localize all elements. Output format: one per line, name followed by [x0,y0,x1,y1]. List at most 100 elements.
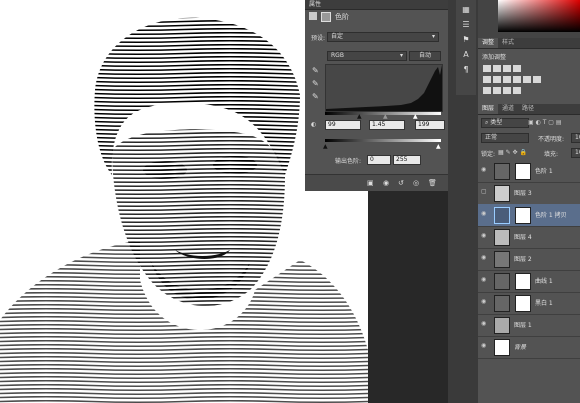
eye-icon[interactable]: ◉ [481,299,488,305]
visibility-icon[interactable]: ◎ [413,179,419,187]
histogram [325,64,443,112]
color-panel[interactable] [478,0,580,38]
layer-row[interactable]: ◉ 图层 1 [478,314,580,337]
clip-to-layer-icon[interactable]: ▣ [367,179,374,187]
filter-value: 类型 [490,119,503,126]
tab-channels[interactable]: 通道 [498,104,518,114]
white-point-slider[interactable]: ▲ [413,113,418,120]
character-panel-icon[interactable]: A [460,50,472,60]
channel-select[interactable]: RGB ▾ [327,51,407,61]
exposure-icon[interactable] [513,65,521,72]
add-adjustment-label: 添加调整 [482,54,507,61]
eye-icon[interactable]: ◉ [481,255,488,261]
preset-select[interactable]: 自定 ▾ [327,32,439,42]
gradientmap-icon[interactable] [513,87,521,94]
eye-icon[interactable]: ◉ [481,343,488,349]
layer-mask-thumb[interactable] [515,163,531,180]
eye-icon[interactable]: ◉ [481,233,488,239]
eye-icon[interactable]: ◉ [481,321,488,327]
tab-adjustments[interactable]: 调整 [478,38,499,48]
layer-mask-thumb[interactable] [515,295,531,312]
white-eyedropper-icon[interactable]: ✎ [312,92,319,101]
color-spectrum[interactable] [498,0,580,32]
properties-title: 属性 [309,1,322,8]
layer-row[interactable]: ◉ 黑白 1 [478,292,580,315]
colorbalance-icon[interactable] [503,76,511,83]
levels-panel-icon[interactable]: ▦ [460,5,472,15]
panel-icons-strip: ▦ ☰ ⚑ A ¶ [456,0,476,95]
black-eyedropper-icon[interactable]: ✎ [312,66,319,75]
brush-panel-icon[interactable]: ⚑ [460,35,472,45]
posterize-icon[interactable] [493,87,501,94]
output-white-field[interactable]: 255 [393,155,421,165]
layer-row[interactable]: ▢ 图层 3 [478,182,580,205]
output-white-slider[interactable]: ▲ [436,143,441,150]
output-black-field[interactable]: 0 [367,155,391,165]
layer-row[interactable]: ◉ 背景 [478,336,580,359]
levels-layer-thumb [494,207,510,224]
layer-row[interactable]: ◉ 图层 4 [478,226,580,249]
layer-row[interactable]: ◉ 曲线 1 [478,270,580,293]
mixer-icon[interactable] [533,76,541,83]
gray-eyedropper-icon[interactable]: ✎ [312,79,319,88]
auto-button[interactable]: 自动 [409,51,441,61]
input-icon: ◐ [311,121,317,128]
curves-icon[interactable] [503,65,511,72]
input-gamma-field[interactable]: 1.45 [369,120,405,130]
trash-icon[interactable]: 🗑 [428,179,437,187]
photofilter-icon[interactable] [523,76,531,83]
layer-mask-thumb[interactable] [515,273,531,290]
eye-icon[interactable]: ◉ [481,277,488,283]
mask-icon[interactable] [321,12,331,22]
lock-icons[interactable]: ▦ ✎ ✥ 🔒 [498,149,527,156]
chevron-down-icon: ▾ [399,52,403,59]
layer-row-selected[interactable]: ◉ 色阶 1 拷贝 [478,204,580,227]
layer-thumb [494,185,510,202]
filter-icons[interactable]: ▣ ◐ T ▢ ▤ [528,119,562,126]
vibrance-icon[interactable] [483,76,491,83]
fill-field[interactable]: 100 [571,148,580,158]
eye-icon[interactable]: ◉ [481,167,488,173]
curves-layer-thumb [494,273,510,290]
layers-panel: 图层 通道 路径 ⌕ 类型 ▣ ◐ T ▢ ▤ 正常 不透明度: 100 锁定:… [478,104,580,403]
threshold-icon[interactable] [503,87,511,94]
output-black-slider[interactable]: ▲ [323,143,328,150]
adjust-panel-icon[interactable]: ☰ [460,20,472,30]
input-black-field[interactable]: 99 [325,120,361,130]
layer-thumb [494,229,510,246]
levels-title: 色阶 [335,13,349,21]
layer-filter-select[interactable]: ⌕ 类型 [481,118,529,128]
opacity-label: 不透明度: [538,136,565,143]
paragraph-panel-icon[interactable]: ¶ [460,65,472,75]
properties-tab[interactable]: 属性 [305,0,448,10]
layer-name: 黑白 1 [535,300,553,307]
view-previous-icon[interactable]: ◉ [383,179,389,187]
brightness-icon[interactable] [483,65,491,72]
input-white-field[interactable]: 199 [415,120,445,130]
tab-paths[interactable]: 路径 [518,104,538,114]
hue-icon[interactable] [493,76,501,83]
layer-row[interactable]: ◉ 图层 2 [478,248,580,271]
eye-off-icon[interactable]: ▢ [481,189,488,195]
tab-styles[interactable]: 样式 [498,38,518,48]
layer-mask-thumb[interactable] [515,207,531,224]
levels-adj-icon[interactable] [493,65,501,72]
layer-thumb [494,339,510,356]
layer-row[interactable]: ◉ 色阶 1 [478,160,580,183]
output-label: 输出色阶: [335,158,362,165]
opacity-field[interactable]: 100 [571,133,580,143]
invert-icon[interactable] [483,87,491,94]
gamma-slider[interactable]: ▲ [383,113,388,120]
layer-name: 图层 1 [514,322,532,329]
layer-name: 背景 [514,344,527,351]
layer-name: 色阶 1 [535,168,553,175]
adjustments-panel: 调整 样式 添加调整 [478,38,580,104]
blend-mode-select[interactable]: 正常 [481,133,529,143]
tab-layers[interactable]: 图层 [478,104,499,114]
preset-value: 自定 [331,33,344,40]
black-point-slider[interactable]: ▲ [357,113,362,120]
eye-icon[interactable]: ◉ [481,211,488,217]
fill-label: 填充: [544,151,559,158]
reset-icon[interactable]: ↺ [398,179,404,187]
bw-icon[interactable] [513,76,521,83]
